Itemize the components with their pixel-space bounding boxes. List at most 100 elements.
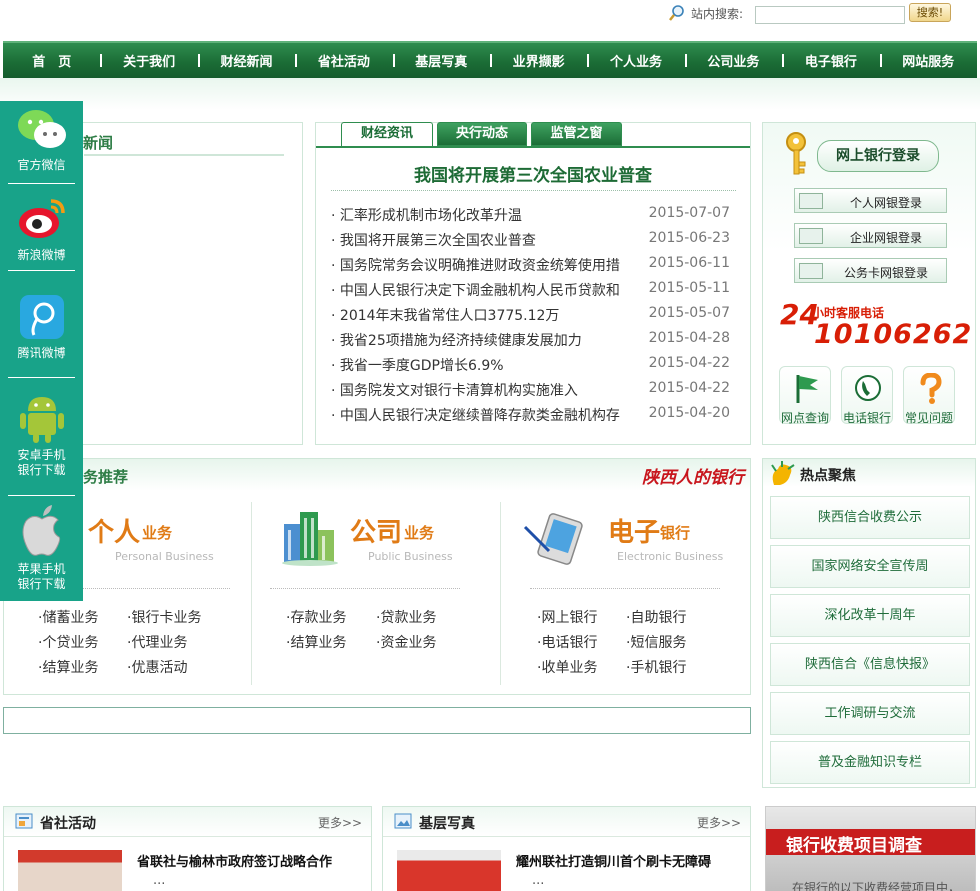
fee-survey-banner[interactable]: 银行收费项目调查 在银行的以下收费经营项目中，: [765, 806, 976, 891]
news-title: · 2014年末我省常住人口3775.12万: [331, 308, 560, 324]
wechat-label: 官方微信: [17, 158, 66, 172]
news-item[interactable]: · 我省25项措施为经济持续健康发展加力 2015-04-28: [331, 330, 736, 350]
link-online-bank[interactable]: ·网上银行: [537, 607, 597, 627]
link-deposits[interactable]: ·存款业务: [286, 607, 346, 627]
corporate-ebank-login-button[interactable]: 企业网银登录: [794, 223, 947, 248]
ios-download-link[interactable]: 苹果手机银行下载: [0, 503, 83, 592]
branch-search-button[interactable]: 网点查询: [779, 366, 831, 425]
nav-grassroots[interactable]: 基层写真: [392, 51, 490, 70]
nav-divider: [684, 54, 687, 67]
province-activities-thumbnail[interactable]: [18, 850, 122, 891]
nav-divider: [197, 54, 200, 67]
hot-item[interactable]: 普及金融知识专栏: [770, 741, 970, 784]
link-promotions[interactable]: ·优惠活动: [127, 657, 187, 677]
nav-about-label: 关于我们: [123, 55, 176, 70]
nav-industry-label: 业界撷影: [512, 55, 565, 70]
grassroots-title: 基层写真: [419, 816, 475, 832]
grassroots-headline[interactable]: 耀州联社打造铜川首个刷卡无障碍: [516, 851, 711, 870]
link-bank-card[interactable]: ·银行卡业务: [127, 607, 201, 627]
official-card-login-button[interactable]: 公务卡网银登录: [794, 258, 947, 283]
nav-ebank[interactable]: 电子银行: [782, 51, 879, 70]
province-activities-more-link[interactable]: 更多>>: [318, 814, 362, 831]
personal-ebank-login-label: 个人网银登录: [849, 196, 922, 210]
link-savings[interactable]: ·储蓄业务: [38, 607, 98, 627]
ebank-heading: 电子: [608, 518, 661, 548]
news-title: · 中国人民银行决定继续普降存款类金融机构存: [331, 408, 620, 424]
divider: [8, 495, 75, 496]
news-date: 2015-06-23: [648, 230, 730, 246]
news-item[interactable]: · 我省一季度GDP增长6.9% 2015-04-22: [331, 355, 736, 375]
nav-divider: [489, 54, 492, 67]
tab-finance-info-label: 财经资讯: [360, 126, 413, 141]
ellipsis: ...: [153, 873, 166, 888]
news-item[interactable]: · 我国将开展第三次全国农业普查 2015-06-23: [331, 230, 736, 250]
news-item[interactable]: · 中国人民银行决定下调金融机构人民币贷款和 2015-05-11: [331, 280, 736, 300]
grassroots-thumbnail[interactable]: [397, 850, 501, 891]
link-personal-loan[interactable]: ·个贷业务: [38, 632, 98, 652]
official-card-login-label: 公务卡网银登录: [843, 266, 928, 280]
nav-divider: [587, 54, 590, 67]
sina-weibo-label: 新浪微博: [17, 248, 66, 262]
wechat-link[interactable]: 官方微信: [0, 107, 83, 173]
nav-province-activities[interactable]: 省社活动: [295, 51, 392, 70]
tab-regulation[interactable]: 监管之窗: [531, 122, 622, 146]
news-item[interactable]: · 国务院发文对银行卡清算机构实施准入 2015-04-22: [331, 380, 736, 400]
weibo-icon: [18, 199, 65, 238]
search-button[interactable]: 搜索!: [909, 3, 951, 22]
search-input[interactable]: [755, 6, 905, 24]
android-download-label: 安卓手机银行下载: [17, 448, 66, 477]
link-treasury[interactable]: ·资金业务: [376, 632, 436, 652]
ios-download-label: 苹果手机银行下载: [17, 562, 66, 591]
nav-industry[interactable]: 业界撷影: [489, 51, 587, 70]
nav-ebank-label: 电子银行: [804, 55, 857, 70]
news-item[interactable]: · 中国人民银行决定继续普降存款类金融机构存 2015-04-20: [331, 405, 736, 425]
main-nav: 首 页 关于我们 财经新闻 省社活动 基层写真 业界撷影 个人业务 公司业务 电…: [3, 41, 977, 78]
hot-item[interactable]: 陕西信合《信息快报》: [770, 643, 970, 686]
news-date: 2015-05-07: [648, 305, 730, 321]
nav-home[interactable]: 首 页: [3, 51, 100, 70]
apple-icon: [22, 505, 60, 556]
link-acquiring[interactable]: ·收单业务: [537, 657, 597, 677]
hot-focus-icon: [771, 461, 795, 485]
news-item[interactable]: · 国务院常务会议明确推进财政资金统筹使用措 2015-06-11: [331, 255, 736, 275]
headline-link[interactable]: 我国将开展第三次全国农业普查: [316, 161, 750, 186]
hot-item[interactable]: 深化改革十周年: [770, 594, 970, 637]
link-phone-bank[interactable]: ·电话银行: [537, 632, 597, 652]
faq-button[interactable]: 常见问题: [903, 366, 955, 425]
personal-ebank-login-button[interactable]: 个人网银登录: [794, 188, 947, 213]
hot-item[interactable]: 工作调研与交流: [770, 692, 970, 735]
link-settlement[interactable]: ·结算业务: [38, 657, 98, 677]
nav-home-label: 首 页: [32, 55, 72, 70]
divider: [270, 588, 460, 589]
link-self-service[interactable]: ·自助银行: [626, 607, 686, 627]
news-item[interactable]: · 汇率形成机制市场化改革升温 2015-07-07: [331, 205, 736, 225]
link-corp-settlement[interactable]: ·结算业务: [286, 632, 346, 652]
divider: [331, 190, 736, 191]
province-activities-headline[interactable]: 省联社与榆林市政府签订战略合作: [137, 851, 332, 870]
nav-site-service[interactable]: 网站服务: [879, 51, 977, 70]
left-news-title: 新闻: [83, 134, 114, 152]
business-title: 务推荐: [83, 468, 129, 486]
personal-heading: 个人: [88, 518, 141, 548]
news-date: 2015-04-28: [648, 330, 730, 346]
link-loans[interactable]: ·贷款业务: [376, 607, 436, 627]
tab-finance-info[interactable]: 财经资讯: [341, 122, 433, 146]
nav-corporate[interactable]: 公司业务: [684, 51, 782, 70]
tab-central-bank[interactable]: 央行动态: [437, 122, 527, 146]
hot-item[interactable]: 国家网络安全宣传周: [770, 545, 970, 588]
android-download-link[interactable]: 安卓手机银行下载: [0, 391, 83, 478]
grassroots-more-link[interactable]: 更多>>: [697, 814, 741, 831]
nav-about[interactable]: 关于我们: [100, 51, 197, 70]
link-agency[interactable]: ·代理业务: [127, 632, 187, 652]
nav-finance-news[interactable]: 财经新闻: [197, 51, 295, 70]
tencent-weibo-link[interactable]: 腾讯微博: [0, 293, 83, 361]
nav-divider: [100, 54, 103, 67]
news-item[interactable]: · 2014年末我省常住人口3775.12万 2015-05-07: [331, 305, 736, 325]
news-title: · 我省一季度GDP增长6.9%: [331, 358, 504, 374]
phone-banking-button[interactable]: 电话银行: [841, 366, 893, 425]
link-sms[interactable]: ·短信服务: [626, 632, 686, 652]
nav-personal[interactable]: 个人业务: [587, 51, 684, 70]
link-mobile-bank[interactable]: ·手机银行: [626, 657, 686, 677]
hot-item[interactable]: 陕西信合收费公示: [770, 496, 970, 539]
sina-weibo-link[interactable]: 新浪微博: [0, 193, 83, 263]
